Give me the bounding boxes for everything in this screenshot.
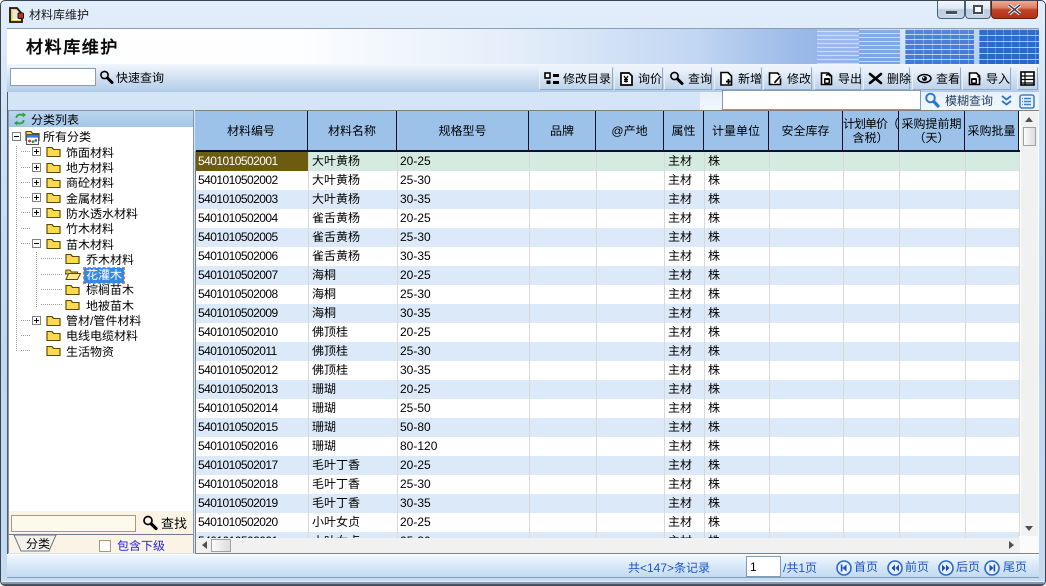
svg-text:分类: 分类	[26, 537, 50, 551]
